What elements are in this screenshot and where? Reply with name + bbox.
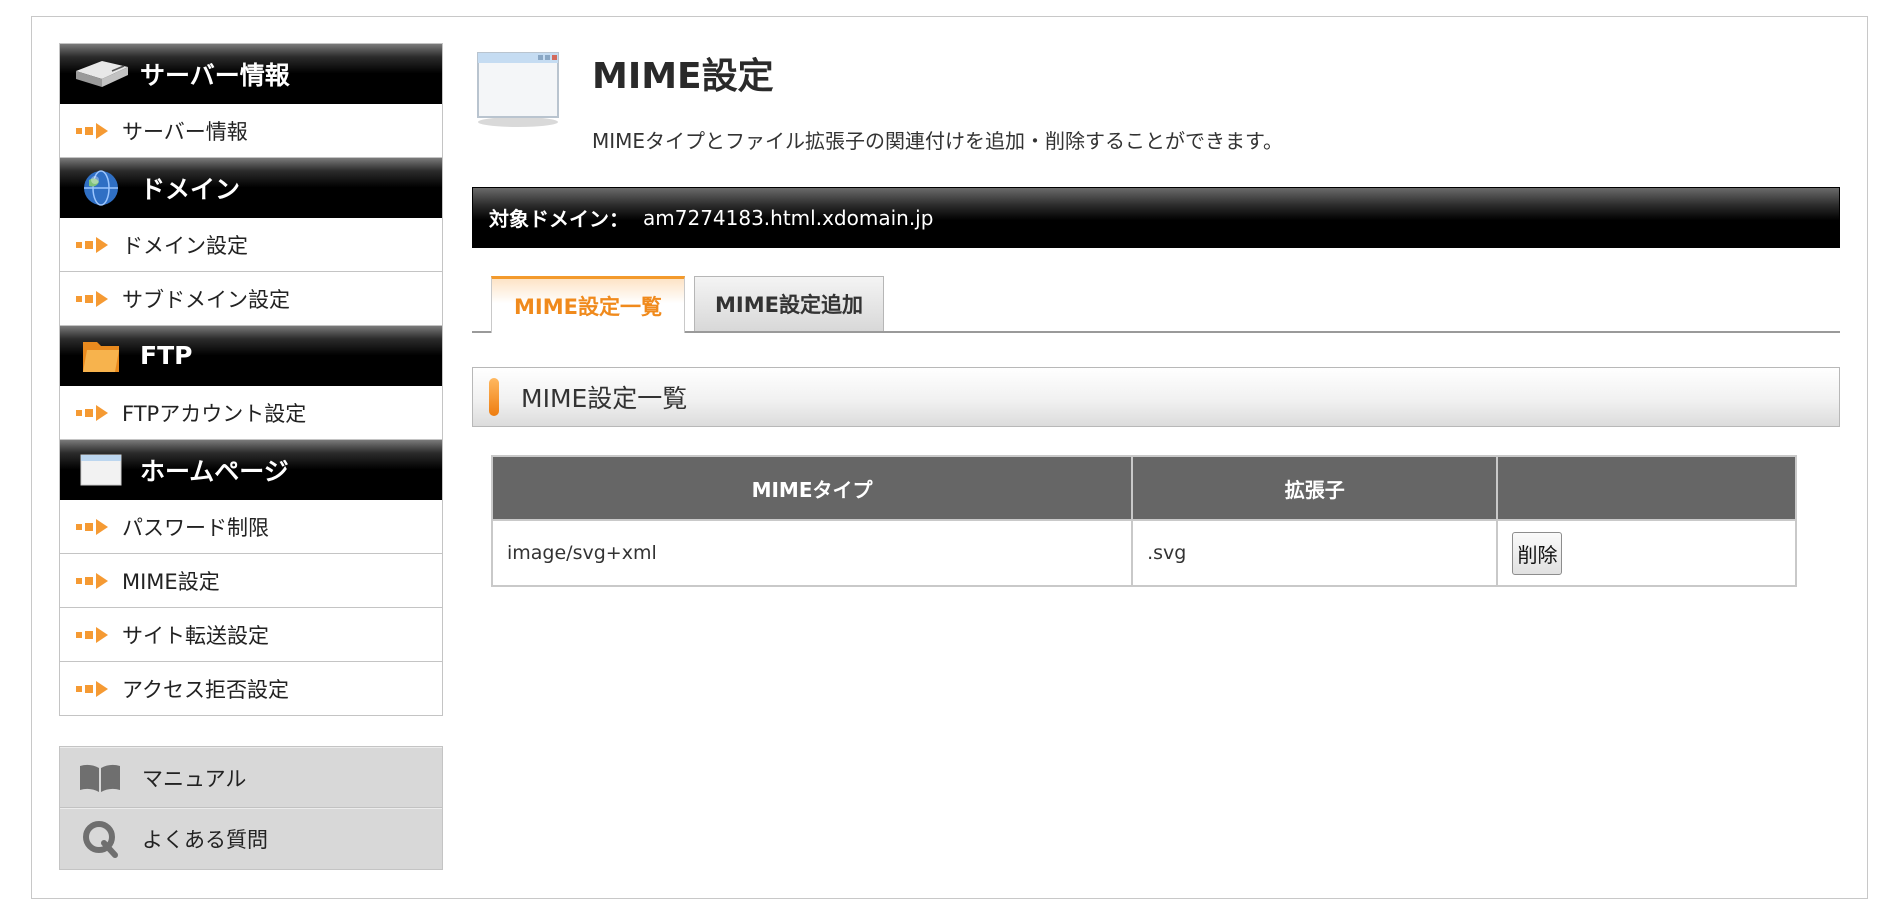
sidebar-nav: サーバー情報 サーバー情報 ドメイン ドメイン設定 サブドメイン設定 FTP F… bbox=[59, 43, 443, 716]
sidebar-section-domain: ドメイン bbox=[60, 158, 442, 218]
sidebar-item-mime-settings[interactable]: MIME設定 bbox=[60, 554, 442, 608]
section-title: ホームページ bbox=[140, 456, 289, 486]
sidebar-item-subdomain-settings[interactable]: サブドメイン設定 bbox=[60, 272, 442, 326]
window-icon bbox=[472, 49, 564, 129]
sidebar-item-server-info[interactable]: サーバー情報 bbox=[60, 104, 442, 158]
section-title: MIME設定一覧 bbox=[521, 384, 688, 413]
delete-button[interactable]: 削除 bbox=[1512, 531, 1563, 575]
faq-q-icon bbox=[78, 821, 122, 858]
book-icon bbox=[78, 760, 122, 796]
tab-mime-add[interactable]: MIME設定追加 bbox=[694, 276, 884, 331]
section-marker bbox=[489, 378, 499, 416]
sidebar-item-label: MIME設定 bbox=[122, 569, 220, 594]
sidebar-item-domain-settings[interactable]: ドメイン設定 bbox=[60, 218, 442, 272]
sidebar-section-homepage: ホームページ bbox=[60, 440, 442, 500]
help-links: マニュアル よくある質問 bbox=[59, 746, 443, 870]
section-title: サーバー情報 bbox=[140, 60, 290, 90]
sidebar-item-access-deny[interactable]: アクセス拒否設定 bbox=[60, 662, 442, 716]
sidebar-item-site-redirect[interactable]: サイト転送設定 bbox=[60, 608, 442, 662]
extension-cell: .svg bbox=[1131, 519, 1499, 587]
mime-table: MIMEタイプ 拡張子 image/svg+xml .svg 削除 bbox=[490, 455, 1797, 587]
arrow-right-icon bbox=[76, 626, 108, 643]
table-header-row: MIMEタイプ 拡張子 bbox=[490, 455, 1797, 521]
sidebar-item-label: FTPアカウント設定 bbox=[122, 401, 307, 426]
sidebar-section-ftp: FTP bbox=[60, 326, 442, 386]
sidebar-item-label: サーバー情報 bbox=[122, 119, 248, 144]
arrow-right-icon bbox=[76, 680, 108, 697]
column-header-action bbox=[1496, 455, 1797, 521]
action-cell: 削除 bbox=[1496, 519, 1797, 587]
arrow-right-icon bbox=[76, 404, 108, 421]
faq-label: よくある質問 bbox=[142, 828, 268, 852]
sidebar-item-label: サブドメイン設定 bbox=[122, 287, 290, 312]
sidebar-section-server-info: サーバー情報 bbox=[60, 44, 442, 104]
server-icon bbox=[72, 54, 130, 94]
arrow-right-icon bbox=[76, 236, 108, 253]
manual-label: マニュアル bbox=[142, 766, 247, 791]
faq-link[interactable]: よくある質問 bbox=[60, 808, 442, 869]
section-title: FTP bbox=[140, 341, 193, 370]
table-row: image/svg+xml .svg 削除 bbox=[490, 519, 1797, 587]
section-header: MIME設定一覧 bbox=[472, 367, 1840, 427]
target-domain-bar: 対象ドメイン： am7274183.html.xdomain.jp bbox=[472, 187, 1840, 248]
manual-link[interactable]: マニュアル bbox=[60, 747, 442, 808]
arrow-right-icon bbox=[76, 518, 108, 535]
tab-mime-list[interactable]: MIME設定一覧 bbox=[491, 276, 685, 333]
column-header-extension: 拡張子 bbox=[1131, 455, 1499, 521]
page-description: MIMEタイプとファイル拡張子の関連付けを追加・削除することができます。 bbox=[592, 129, 1284, 153]
sidebar-item-label: ドメイン設定 bbox=[122, 233, 248, 258]
target-domain-value: am7274183.html.xdomain.jp bbox=[643, 205, 934, 230]
tab-bar: MIME設定一覧 MIME設定追加 bbox=[472, 276, 1840, 333]
sidebar: サーバー情報 サーバー情報 ドメイン ドメイン設定 サブドメイン設定 FTP F… bbox=[59, 43, 443, 870]
globe-icon bbox=[72, 168, 130, 208]
window-icon bbox=[72, 450, 130, 490]
column-header-mime-type: MIMEタイプ bbox=[490, 455, 1134, 521]
folder-icon bbox=[72, 336, 130, 376]
arrow-right-icon bbox=[76, 290, 108, 307]
sidebar-item-label: パスワード制限 bbox=[122, 515, 269, 540]
target-domain-label: 対象ドメイン： bbox=[489, 207, 629, 231]
sidebar-item-password-restriction[interactable]: パスワード制限 bbox=[60, 500, 442, 554]
sidebar-item-ftp-account[interactable]: FTPアカウント設定 bbox=[60, 386, 442, 440]
mime-type-cell: image/svg+xml bbox=[490, 519, 1134, 587]
page-title: MIME設定 bbox=[592, 56, 774, 97]
arrow-right-icon bbox=[76, 122, 108, 139]
sidebar-item-label: サイト転送設定 bbox=[122, 623, 269, 648]
section-title: ドメイン bbox=[140, 174, 241, 204]
sidebar-item-label: アクセス拒否設定 bbox=[122, 677, 289, 702]
arrow-right-icon bbox=[76, 572, 108, 589]
